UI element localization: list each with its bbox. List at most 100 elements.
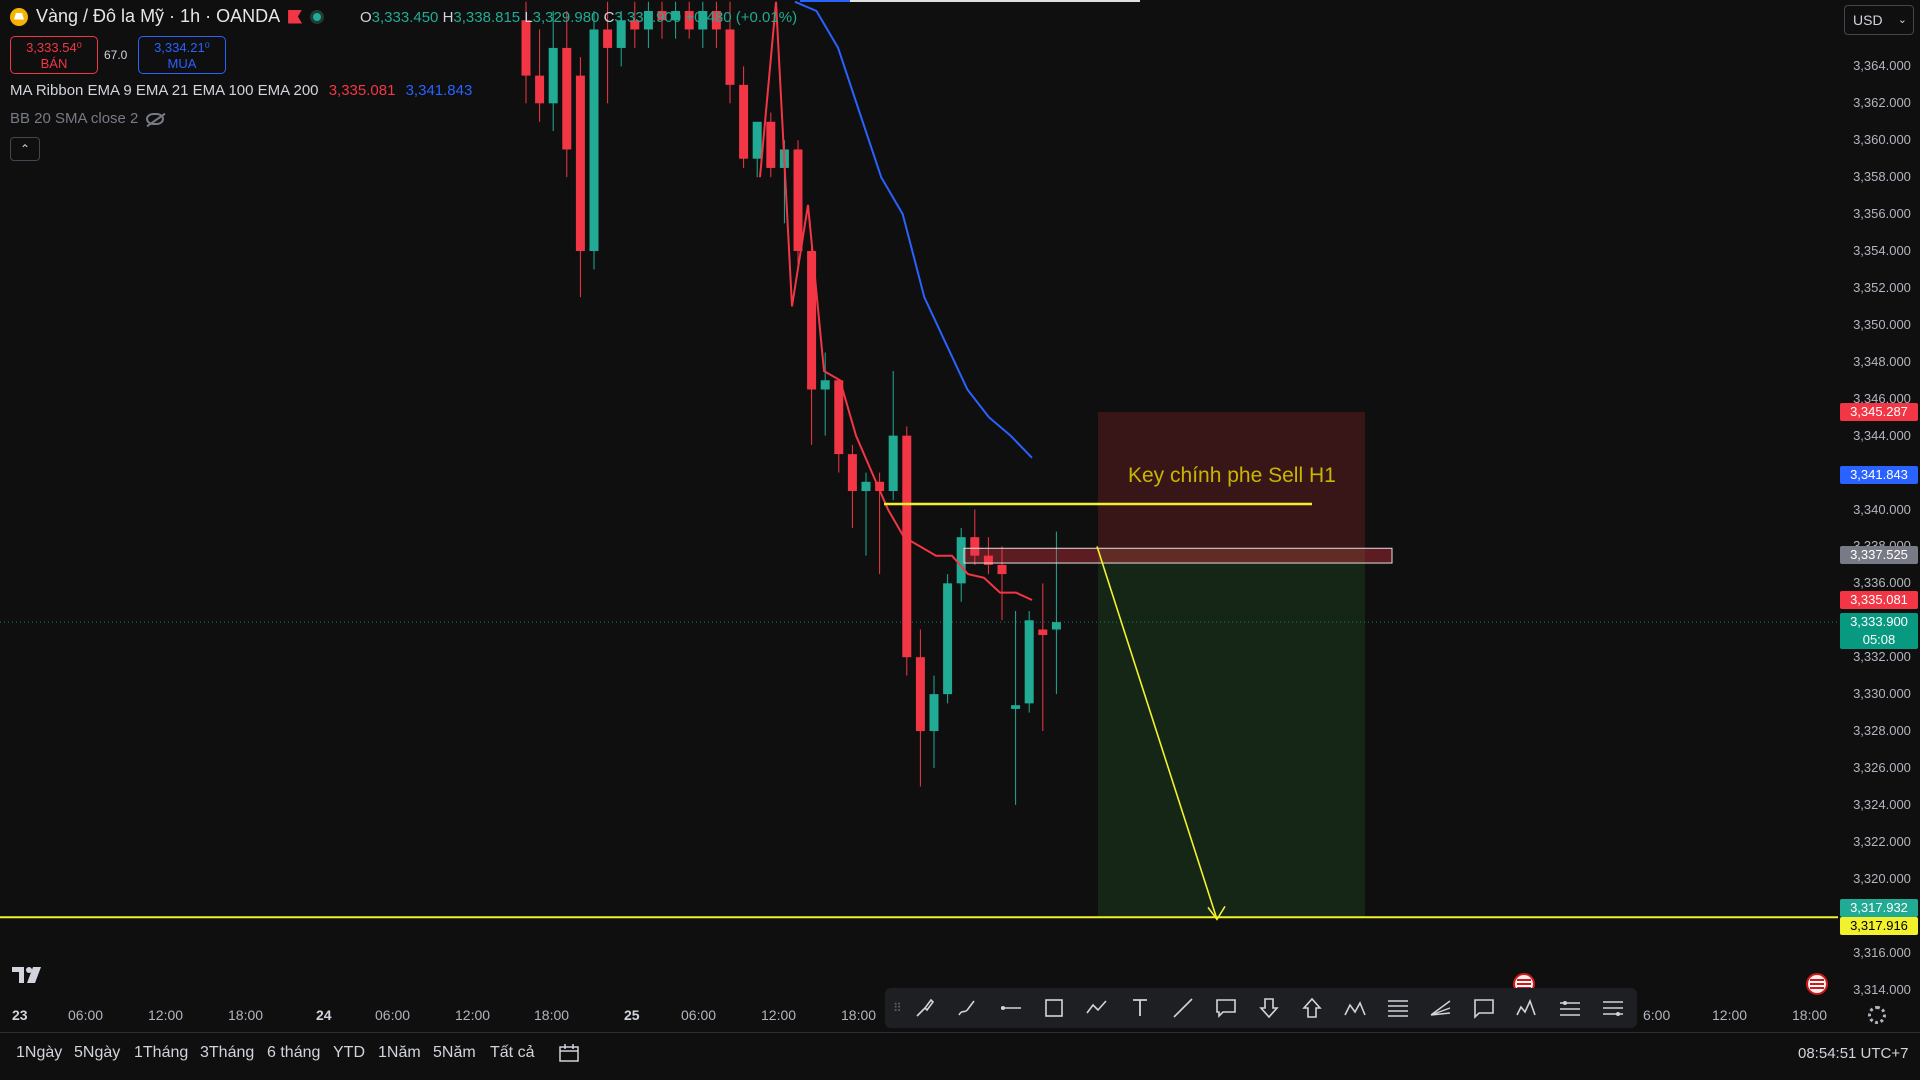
drawing-toolbar[interactable]: ⠿ <box>885 988 1637 1028</box>
regression-trend-tool-button[interactable] <box>1591 988 1634 1028</box>
symbol-title[interactable]: Vàng / Đô la Mỹ · 1h · OANDA <box>10 6 325 27</box>
candle-body <box>589 29 599 252</box>
y-axis-tick: 3,354.000 <box>1853 243 1911 259</box>
last-price-value: 3,333.900 <box>1850 614 1908 630</box>
y-axis-tick: 3,330.000 <box>1853 686 1911 702</box>
trend-line-tool-button[interactable] <box>1161 988 1204 1028</box>
candle-body <box>902 435 912 658</box>
x-axis-tick: 12:00 <box>455 1007 491 1023</box>
fib-retracement-icon <box>1387 1000 1408 1017</box>
close-label: C <box>603 9 615 26</box>
gear-icon[interactable] <box>1868 1006 1886 1024</box>
ma-ribbon-legend[interactable]: MA Ribbon EMA 9 EMA 21 EMA 100 EMA 200 3… <box>10 82 472 99</box>
stop-price-label: 3,345.287 <box>1840 402 1918 421</box>
drag-handle-icon[interactable]: ⠿ <box>893 999 903 1017</box>
gold-symbol-icon <box>10 7 28 26</box>
brush-tool-button[interactable] <box>903 988 946 1028</box>
clock[interactable]: 08:54:51 UTC+7 <box>1798 1045 1909 1062</box>
candle-body <box>793 149 803 252</box>
elliott-wave-icon <box>1515 998 1536 1016</box>
range-button[interactable]: 1Năm <box>378 1044 421 1062</box>
elliott-wave-tool-button[interactable] <box>1505 988 1548 1028</box>
ohlc-values: O3,333.450 H3,338.815 L3,329.980 C3,333.… <box>360 9 797 26</box>
x-axis-tick: 18:00 <box>841 1007 877 1023</box>
change-value: +0.480 (+0.01%) <box>685 9 798 26</box>
buy-button[interactable]: 3,334.21⁰ MUA <box>138 36 226 74</box>
buy-label: MUA <box>167 56 197 71</box>
entry-price-label: 3,337.525 <box>1840 546 1918 565</box>
arrow-up-icon <box>1301 997 1322 1018</box>
x-axis-tick: 12:00 <box>761 1007 797 1023</box>
arrow-down-tool-button[interactable] <box>1247 988 1290 1028</box>
candle-body <box>766 121 776 168</box>
candle-body <box>562 47 572 150</box>
date-range-icon[interactable] <box>557 1039 581 1069</box>
us-event-icon[interactable] <box>1806 973 1828 995</box>
callout-tool-button[interactable] <box>1204 988 1247 1028</box>
x-axis-tick: 25 <box>624 1007 640 1023</box>
fib-retracement-tool-button[interactable] <box>1376 988 1419 1028</box>
candle-body <box>752 121 762 159</box>
parallel-channel-tool-button[interactable] <box>1548 988 1591 1028</box>
abcd-pattern-tool-button[interactable] <box>1333 988 1376 1028</box>
candle-body <box>888 435 898 492</box>
horizontal-ray-tool-button[interactable] <box>989 988 1032 1028</box>
tradingview-logo-icon[interactable] <box>12 965 50 987</box>
close-value: 3,333.900 <box>614 9 682 26</box>
candle-body <box>847 454 857 492</box>
entry-zone-box <box>963 547 1393 564</box>
y-axis-tick: 3,328.000 <box>1853 723 1911 739</box>
candle-body <box>725 29 735 85</box>
comment-tool-button[interactable] <box>1462 988 1505 1028</box>
currency-select[interactable]: USD ⌄ <box>1844 5 1914 35</box>
y-axis-tick: 3,362.000 <box>1853 95 1911 111</box>
y-axis-tick: 3,364.000 <box>1853 58 1911 74</box>
bb-legend[interactable]: BB 20 SMA close 2 <box>10 110 165 127</box>
y-axis-tick: 3,324.000 <box>1853 796 1911 812</box>
flag-icon[interactable] <box>288 9 303 24</box>
candle-body <box>1011 705 1021 709</box>
arrow-up-tool-button[interactable] <box>1290 988 1333 1028</box>
range-button[interactable]: Tất cả <box>490 1044 534 1062</box>
take-profit-zone <box>1098 548 1365 917</box>
candle-body <box>575 75 585 252</box>
y-axis-tick: 3,352.000 <box>1853 279 1911 295</box>
y-axis-tick: 3,348.000 <box>1853 353 1911 369</box>
x-axis-tick: 06:00 <box>681 1007 717 1023</box>
candle-body <box>997 564 1007 575</box>
highlighter-tool-button[interactable] <box>946 988 989 1028</box>
annotation-text[interactable]: Key chính phe Sell H1 <box>1128 464 1336 488</box>
rectangle-tool-button[interactable] <box>1032 988 1075 1028</box>
pitchfork-tool-button[interactable] <box>1419 988 1462 1028</box>
brush-icon <box>915 998 934 1017</box>
text-tool-button[interactable] <box>1118 988 1161 1028</box>
y-axis-tick: 3,336.000 <box>1853 575 1911 591</box>
range-button[interactable]: 6 tháng <box>267 1044 320 1062</box>
x-axis-tick: 18:00 <box>1792 1007 1828 1023</box>
x-axis-tick: 12:00 <box>1712 1007 1748 1023</box>
path-tool-button[interactable] <box>1075 988 1118 1028</box>
price-chart[interactable] <box>0 0 1920 1080</box>
y-axis-tick: 3,316.000 <box>1853 944 1911 960</box>
sell-button[interactable]: 3,333.54⁰ BÁN <box>10 36 98 74</box>
candle-body <box>1051 622 1061 630</box>
x-axis-tick: 23 <box>12 1007 28 1023</box>
candle-body <box>521 20 531 76</box>
x-axis-tick: 24 <box>316 1007 332 1023</box>
range-button[interactable]: 5Ngày <box>74 1044 120 1062</box>
y-axis-tick: 3,314.000 <box>1853 981 1911 997</box>
range-button[interactable]: YTD <box>333 1044 365 1062</box>
range-button[interactable]: 1Tháng <box>134 1044 188 1062</box>
hidden-eye-icon[interactable] <box>146 112 165 125</box>
arrow-down-icon <box>1258 998 1279 1019</box>
candle-body <box>739 84 749 159</box>
collapse-legend-button[interactable]: ⌃ <box>10 137 40 161</box>
bar-countdown: 05:08 <box>1862 632 1896 648</box>
range-button[interactable]: 5Năm <box>433 1044 476 1062</box>
range-button[interactable]: 3Tháng <box>200 1044 254 1062</box>
candle-body <box>929 694 939 732</box>
open-value: 3,333.450 <box>371 9 439 26</box>
range-button[interactable]: 1Ngày <box>16 1044 62 1062</box>
pitchfork-icon <box>1430 1000 1450 1016</box>
y-axis-tick: 3,356.000 <box>1853 206 1911 222</box>
